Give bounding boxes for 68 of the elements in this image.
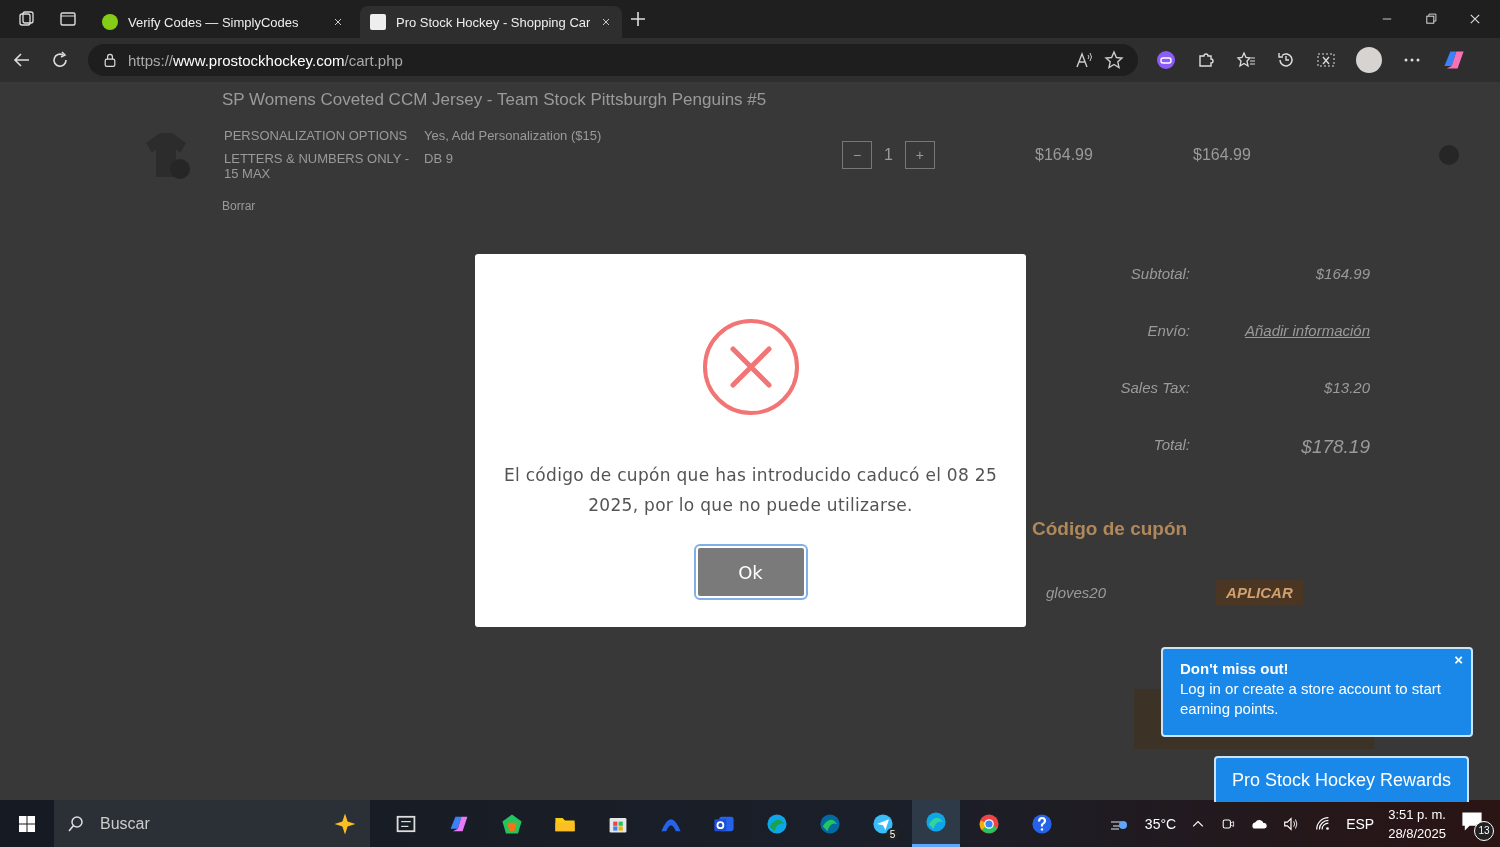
clock[interactable]: 3:51 p. m. 28/8/2025 bbox=[1388, 804, 1446, 843]
browser-tab[interactable]: Pro Stock Hockey - Shopping Car bbox=[360, 6, 622, 38]
taskbar-app[interactable] bbox=[912, 800, 960, 847]
coupon-field[interactable]: gloves20 bbox=[1046, 584, 1107, 601]
summary-label: Subtotal: bbox=[1129, 265, 1190, 282]
search-bar[interactable]: Buscar bbox=[54, 800, 370, 847]
lock-icon[interactable] bbox=[102, 52, 118, 68]
summary-value: $13.20 bbox=[1323, 379, 1370, 396]
browser-tab[interactable]: Verify Codes — SimplyCodes bbox=[92, 6, 354, 38]
favicon-icon bbox=[370, 14, 386, 30]
history-icon[interactable] bbox=[1276, 50, 1296, 70]
read-aloud-icon[interactable] bbox=[1074, 50, 1094, 70]
globe-icon bbox=[765, 811, 789, 836]
rewards-button[interactable]: Pro Stock Hockey Rewards bbox=[1214, 756, 1469, 802]
error-message: El código de cupón que has introducido caducó el 08 25 2025, por lo que no puede utilizarse. bbox=[502, 464, 999, 517]
option-label: PERSONALIZATION OPTIONS bbox=[224, 128, 409, 143]
screenshot-icon[interactable] bbox=[1316, 50, 1336, 70]
search-icon[interactable] bbox=[66, 813, 86, 834]
count-badge: 5 bbox=[886, 828, 899, 841]
line-total: $164.99 bbox=[1192, 145, 1251, 164]
remove-link[interactable]: Borrar bbox=[222, 199, 1500, 213]
close-icon[interactable] bbox=[1468, 12, 1482, 26]
browser-icon bbox=[924, 810, 948, 834]
puzzle-icon[interactable] bbox=[1196, 50, 1216, 70]
quantity-value: 1 bbox=[884, 145, 893, 164]
extension-icon[interactable] bbox=[1156, 50, 1176, 70]
popup-message: Log in or create a store account to start earning points. bbox=[1180, 679, 1442, 719]
temperature: 35°C bbox=[1144, 815, 1177, 832]
globe-icon bbox=[818, 811, 842, 836]
close-icon[interactable] bbox=[600, 16, 612, 28]
increase-button[interactable]: + bbox=[904, 140, 935, 169]
coupon-heading: Código de cupón bbox=[1032, 518, 1189, 540]
product-title: SP Womens Coveted CCM Jersey - Team Stock Pittsburgh Penguins #5 bbox=[222, 90, 768, 110]
option-label: LETTERS & NUMBERS ONLY - 15 MAX bbox=[224, 151, 411, 181]
windows-icon[interactable] bbox=[17, 813, 37, 834]
ok-button[interactable]: Ok bbox=[695, 546, 806, 598]
summary-label: Sales Tax: bbox=[1119, 379, 1190, 396]
refresh-icon[interactable] bbox=[50, 50, 70, 70]
favicon-icon bbox=[102, 14, 118, 30]
favorites-icon[interactable] bbox=[1236, 50, 1256, 70]
chrome-icon bbox=[977, 811, 1001, 836]
language-indicator[interactable]: ESP bbox=[1346, 815, 1375, 832]
paper-plane-icon bbox=[871, 811, 895, 836]
option-value: DB 9 bbox=[424, 151, 454, 168]
star-icon[interactable] bbox=[1104, 50, 1124, 70]
summary-link[interactable]: Añadir información bbox=[1190, 322, 1370, 339]
option-value: Yes, Add Personalization ($15) bbox=[424, 128, 603, 143]
decrease-button[interactable]: − bbox=[842, 140, 872, 169]
item-price: $164.99 bbox=[1034, 145, 1093, 164]
summary-label: Envío: bbox=[1146, 322, 1190, 339]
restore-icon[interactable] bbox=[1424, 12, 1438, 26]
apply-button[interactable]: APLICAR bbox=[1216, 580, 1303, 605]
error-icon bbox=[701, 318, 800, 416]
total-value: $178.19 bbox=[1300, 436, 1370, 458]
sidebar-icon[interactable] bbox=[58, 9, 78, 29]
summary-value: $164.99 bbox=[1314, 265, 1370, 282]
profile-avatar[interactable] bbox=[1356, 47, 1382, 73]
url-text: https://www.prostockhockey.com/cart.php bbox=[128, 51, 404, 69]
help-icon bbox=[1030, 811, 1054, 836]
search-field[interactable]: Buscar bbox=[98, 813, 320, 834]
taskbar-app[interactable]: 5 bbox=[859, 800, 907, 847]
new-tab-icon[interactable] bbox=[628, 9, 648, 29]
close-button[interactable]: × bbox=[1454, 651, 1463, 668]
summary-label: Total: bbox=[1152, 436, 1190, 455]
close-icon[interactable] bbox=[332, 16, 344, 28]
address-bar[interactable]: https://www.prostockhockey.com/cart.php bbox=[88, 44, 1138, 76]
popup-title: Don't miss out! bbox=[1180, 659, 1290, 679]
tabs-icon[interactable] bbox=[16, 9, 36, 29]
